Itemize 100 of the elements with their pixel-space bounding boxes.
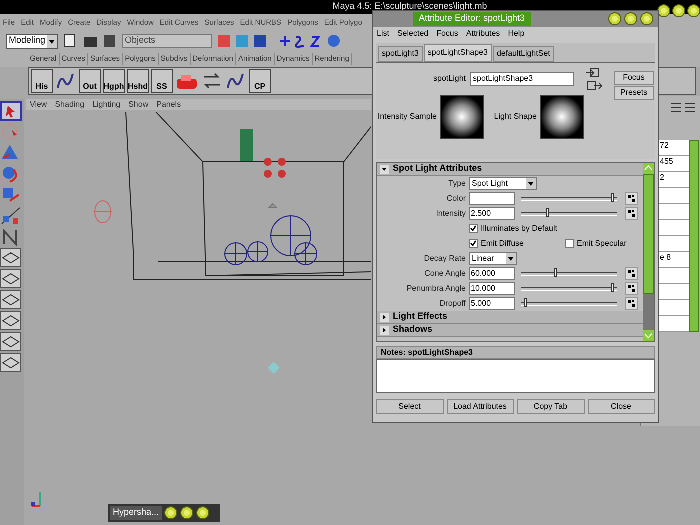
checkbox[interactable]	[565, 239, 574, 248]
slider-thumb[interactable]	[524, 298, 527, 306]
dropdown[interactable]: Linear	[469, 252, 517, 265]
dialog-button[interactable]: Close	[588, 399, 655, 414]
selection-field[interactable]: Objects	[122, 34, 212, 48]
locator-icon	[240, 129, 253, 161]
shelf-button[interactable]: His	[31, 69, 53, 93]
number-field[interactable]: 5.000	[469, 297, 515, 310]
expand-arrow-icon[interactable]	[380, 312, 389, 322]
node-name-field[interactable]: spotLightShape3	[470, 72, 574, 86]
light-marker-icon	[268, 203, 278, 208]
tab[interactable]: spotLight3	[378, 46, 423, 62]
slider-thumb[interactable]	[546, 208, 550, 216]
window-control-button[interactable]	[196, 506, 210, 520]
panel-menu-item[interactable]: View	[30, 98, 48, 110]
minimized-window-title[interactable]: Hypersha...	[110, 506, 162, 520]
channel-cell[interactable]	[659, 220, 689, 236]
menu-item[interactable]: List	[377, 28, 390, 40]
channel-cell[interactable]	[659, 268, 689, 284]
slider-thumb[interactable]	[554, 268, 557, 276]
layout-icon[interactable]	[0, 248, 22, 268]
side-button[interactable]: Focus	[614, 70, 654, 84]
panel-menu-item[interactable]: Lighting	[92, 98, 121, 110]
number-field[interactable]: 2.500	[469, 207, 515, 220]
channel-cell[interactable]	[659, 188, 689, 204]
menu-item[interactable]: Help	[508, 28, 525, 40]
dropdown[interactable]: Spot Light	[469, 177, 537, 190]
channel-cell[interactable]	[659, 300, 689, 316]
field-value: 10.000	[471, 282, 496, 294]
checkbox[interactable]	[469, 239, 478, 248]
window-control-button[interactable]	[180, 506, 194, 520]
field-label: Dropoff	[438, 298, 467, 310]
window-control-button[interactable]	[687, 4, 700, 18]
shelf-button[interactable]: Hgph	[103, 69, 125, 93]
mode-dropdown[interactable]: Modeling	[6, 34, 58, 48]
map-texture-icon[interactable]	[625, 192, 638, 205]
expand-arrow-icon[interactable]	[380, 326, 389, 334]
field-label: spotLight	[432, 73, 467, 85]
shelf-button[interactable]: Out	[79, 69, 101, 93]
layout-icon[interactable]	[0, 290, 22, 310]
map-texture-icon[interactable]	[625, 297, 638, 310]
file-toolbar-icon[interactable]	[62, 34, 118, 48]
caret-icon	[47, 34, 57, 48]
scrollbar[interactable]	[689, 140, 699, 332]
channel-cell[interactable]	[659, 284, 689, 300]
layout-icon[interactable]	[0, 311, 22, 331]
channel-cell[interactable]: 2	[659, 172, 689, 188]
select-tool-icon[interactable]	[0, 101, 22, 121]
notes-field[interactable]	[376, 359, 655, 393]
channel-cell[interactable]	[659, 204, 689, 220]
checkbox-label: Emit Specular	[577, 238, 627, 250]
slider-thumb[interactable]	[611, 192, 614, 202]
map-texture-icon[interactable]	[625, 207, 638, 220]
collapse-arrow-icon[interactable]	[380, 164, 389, 174]
layout-icon[interactable]	[0, 332, 22, 352]
window-title: Maya 4.5: E:\sculpture\scenes\light.mb	[332, 0, 488, 14]
number-field[interactable]: 10.000	[469, 282, 515, 295]
tab[interactable]: spotLightShape3	[424, 44, 492, 62]
light-icon	[264, 158, 286, 178]
dialog-button[interactable]: Copy Tab	[517, 399, 584, 414]
menu-item[interactable]: Focus	[436, 28, 458, 40]
color-swatch[interactable]	[469, 192, 515, 205]
menu-item[interactable]: Selected	[397, 28, 429, 40]
dialog-button[interactable]: Select	[376, 399, 444, 414]
window-control-button[interactable]	[164, 506, 178, 520]
checkbox[interactable]	[469, 224, 478, 233]
panel-menu-item[interactable]: Panels	[156, 98, 182, 110]
shelf-button[interactable]: Hshd	[127, 69, 149, 93]
tab[interactable]: defaultLightSet	[492, 46, 554, 62]
channel-cell[interactable]: e 8	[659, 252, 689, 268]
channel-cell[interactable]: 455	[659, 156, 689, 172]
field-label: Penumbra Angle	[406, 282, 467, 294]
channel-cell[interactable]	[659, 236, 689, 252]
manipulator-tool-icon[interactable]	[0, 206, 22, 226]
checkbox-label: Illuminates by Default	[481, 222, 558, 234]
channel-cell[interactable]: 72	[659, 140, 689, 156]
checkbox-label: Emit Diffuse	[481, 238, 524, 250]
slider-thumb[interactable]	[611, 282, 614, 292]
panel-menu-item[interactable]: Show	[128, 98, 149, 110]
menu-item[interactable]: Attributes	[466, 28, 500, 40]
layout-icon[interactable]	[0, 269, 22, 289]
selection-value: Objects	[125, 34, 156, 48]
shelf-button[interactable]: CP	[249, 69, 271, 93]
map-texture-icon[interactable]	[625, 282, 638, 295]
section-header[interactable]: Shadows	[393, 323, 433, 337]
channel-cell[interactable]	[659, 316, 689, 332]
dialog-button[interactable]: Load Attributes	[446, 399, 514, 414]
side-button[interactable]: Presets	[614, 86, 654, 100]
number-field[interactable]: 60.000	[469, 267, 515, 280]
layout-icon[interactable]	[0, 353, 22, 373]
panel-menu-item[interactable]: Shading	[55, 98, 85, 110]
field-label: Type	[448, 178, 467, 190]
check-mark-icon	[470, 240, 477, 247]
shelf-button[interactable]: SS	[151, 69, 173, 93]
caret-icon	[506, 253, 516, 264]
camera-icon	[94, 200, 112, 224]
mode-value: Modeling	[9, 34, 46, 48]
field-label: Color	[446, 192, 467, 204]
map-texture-icon[interactable]	[625, 267, 638, 280]
swatch-label: Intensity Sample	[376, 111, 438, 123]
